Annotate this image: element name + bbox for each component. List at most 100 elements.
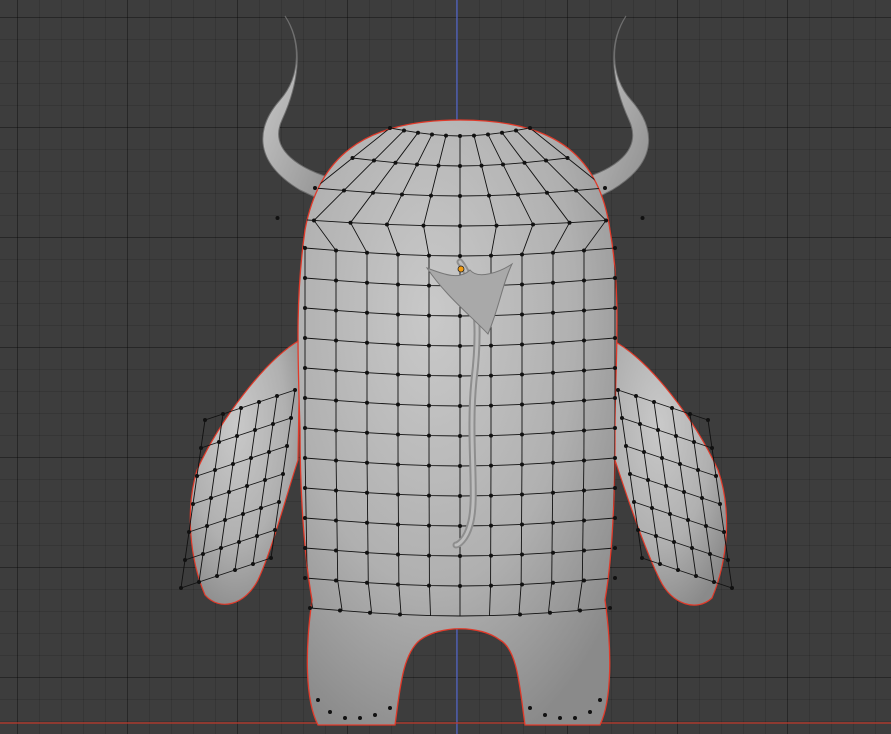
mesh-vertex[interactable]	[342, 188, 346, 193]
mesh-vertex[interactable]	[396, 552, 400, 557]
mesh-vertex[interactable]	[334, 548, 338, 553]
mesh-vertex[interactable]	[313, 186, 317, 190]
mesh-vertex[interactable]	[582, 278, 586, 283]
mesh-vertex[interactable]	[551, 550, 555, 555]
mesh-vertex[interactable]	[613, 456, 617, 460]
mesh-vertex[interactable]	[588, 710, 592, 714]
mesh-vertex[interactable]	[582, 518, 586, 523]
mesh-vertex[interactable]	[670, 406, 674, 410]
mesh-vertex[interactable]	[551, 430, 555, 435]
mesh-vertex[interactable]	[514, 128, 518, 133]
mesh-vertex[interactable]	[436, 163, 441, 168]
active-vertex[interactable]	[457, 265, 465, 273]
mesh-vertex[interactable]	[676, 568, 680, 572]
mesh-vertex[interactable]	[486, 132, 490, 137]
mesh-vertex[interactable]	[427, 583, 431, 588]
mesh-vertex[interactable]	[223, 518, 227, 522]
mesh-vertex[interactable]	[664, 484, 668, 488]
mesh-vertex[interactable]	[269, 556, 273, 560]
mesh-vertex[interactable]	[520, 552, 524, 557]
mesh-vertex[interactable]	[257, 400, 261, 404]
mesh-vertex[interactable]	[303, 366, 307, 370]
mesh-vertex[interactable]	[427, 523, 431, 528]
mesh-vertex[interactable]	[489, 433, 493, 438]
3d-viewport[interactable]	[0, 0, 891, 734]
mesh-vertex[interactable]	[489, 493, 493, 498]
mesh-vertex[interactable]	[668, 512, 672, 516]
mesh-vertex[interactable]	[613, 336, 617, 340]
mesh-vertex[interactable]	[543, 713, 547, 717]
mesh-vertex[interactable]	[582, 368, 586, 373]
mesh-vertex[interactable]	[312, 218, 316, 223]
mesh-vertex[interactable]	[334, 578, 338, 583]
mesh-vertex[interactable]	[558, 716, 562, 720]
mesh-vertex[interactable]	[574, 188, 578, 193]
mesh-vertex[interactable]	[365, 460, 369, 465]
mesh-vertex[interactable]	[293, 388, 297, 392]
mesh-vertex[interactable]	[255, 534, 259, 538]
mesh-vertex[interactable]	[458, 554, 462, 558]
mesh-vertex[interactable]	[396, 282, 400, 287]
mesh-vertex[interactable]	[672, 540, 676, 544]
mesh-vertex[interactable]	[396, 312, 400, 317]
mesh-vertex[interactable]	[520, 432, 524, 437]
mesh-vertex[interactable]	[551, 520, 555, 525]
mesh-vertex[interactable]	[334, 368, 338, 373]
mesh-vertex[interactable]	[365, 580, 369, 585]
mesh-vertex[interactable]	[444, 133, 448, 138]
mesh-vertex[interactable]	[398, 612, 402, 617]
mesh-vertex[interactable]	[582, 398, 586, 403]
mesh-vertex[interactable]	[520, 282, 524, 287]
mesh-vertex[interactable]	[334, 248, 338, 253]
mesh-vertex[interactable]	[396, 252, 400, 257]
mesh-vertex[interactable]	[528, 706, 532, 710]
mesh-vertex[interactable]	[458, 464, 462, 468]
mesh-vertex[interactable]	[479, 163, 484, 168]
mesh-vertex[interactable]	[221, 412, 225, 416]
mesh-vertex[interactable]	[343, 716, 347, 720]
mesh-vertex[interactable]	[396, 432, 400, 437]
mesh-vertex[interactable]	[582, 458, 586, 463]
mesh-vertex[interactable]	[690, 546, 694, 550]
mesh-vertex[interactable]	[573, 716, 577, 720]
mesh-vertex[interactable]	[365, 310, 369, 315]
mesh-vertex[interactable]	[385, 222, 389, 227]
mesh-vertex[interactable]	[706, 418, 710, 422]
mesh-vertex[interactable]	[489, 463, 493, 468]
mesh-vertex[interactable]	[427, 283, 431, 288]
mesh-vertex[interactable]	[489, 553, 493, 558]
mesh-vertex[interactable]	[598, 698, 602, 702]
mesh-vertex[interactable]	[551, 490, 555, 495]
mesh-vertex[interactable]	[730, 586, 734, 590]
mesh-vertex[interactable]	[712, 580, 716, 584]
mesh-vertex[interactable]	[520, 372, 524, 377]
mesh-vertex[interactable]	[241, 512, 245, 516]
mesh-vertex[interactable]	[520, 402, 524, 407]
mesh-vertex[interactable]	[613, 486, 617, 490]
mesh-vertex[interactable]	[500, 130, 504, 135]
mesh-vertex[interactable]	[520, 582, 524, 587]
mesh-vertex[interactable]	[522, 160, 527, 165]
mesh-vertex[interactable]	[365, 400, 369, 405]
mesh-vertex[interactable]	[393, 160, 398, 165]
mesh-vertex[interactable]	[316, 698, 320, 702]
mesh-vertex[interactable]	[338, 608, 342, 613]
mesh-vertex[interactable]	[396, 582, 400, 587]
mesh-vertex[interactable]	[303, 546, 307, 550]
mesh-vertex[interactable]	[427, 433, 431, 438]
mesh-vertex[interactable]	[722, 530, 726, 534]
mesh-vertex[interactable]	[704, 524, 708, 528]
mesh-vertex[interactable]	[551, 250, 555, 255]
mesh-vertex[interactable]	[365, 430, 369, 435]
mesh-vertex[interactable]	[620, 416, 624, 420]
mesh-vertex[interactable]	[582, 548, 586, 553]
mesh-vertex[interactable]	[603, 186, 607, 190]
mesh-vertex[interactable]	[273, 528, 277, 532]
mesh-vertex[interactable]	[650, 506, 654, 510]
mesh-vertex[interactable]	[700, 496, 704, 500]
mesh-vertex[interactable]	[688, 412, 692, 416]
mesh-vertex[interactable]	[277, 500, 281, 504]
mesh-vertex[interactable]	[489, 583, 493, 588]
mesh-vertex[interactable]	[654, 534, 658, 538]
mesh-vertex[interactable]	[187, 530, 191, 534]
